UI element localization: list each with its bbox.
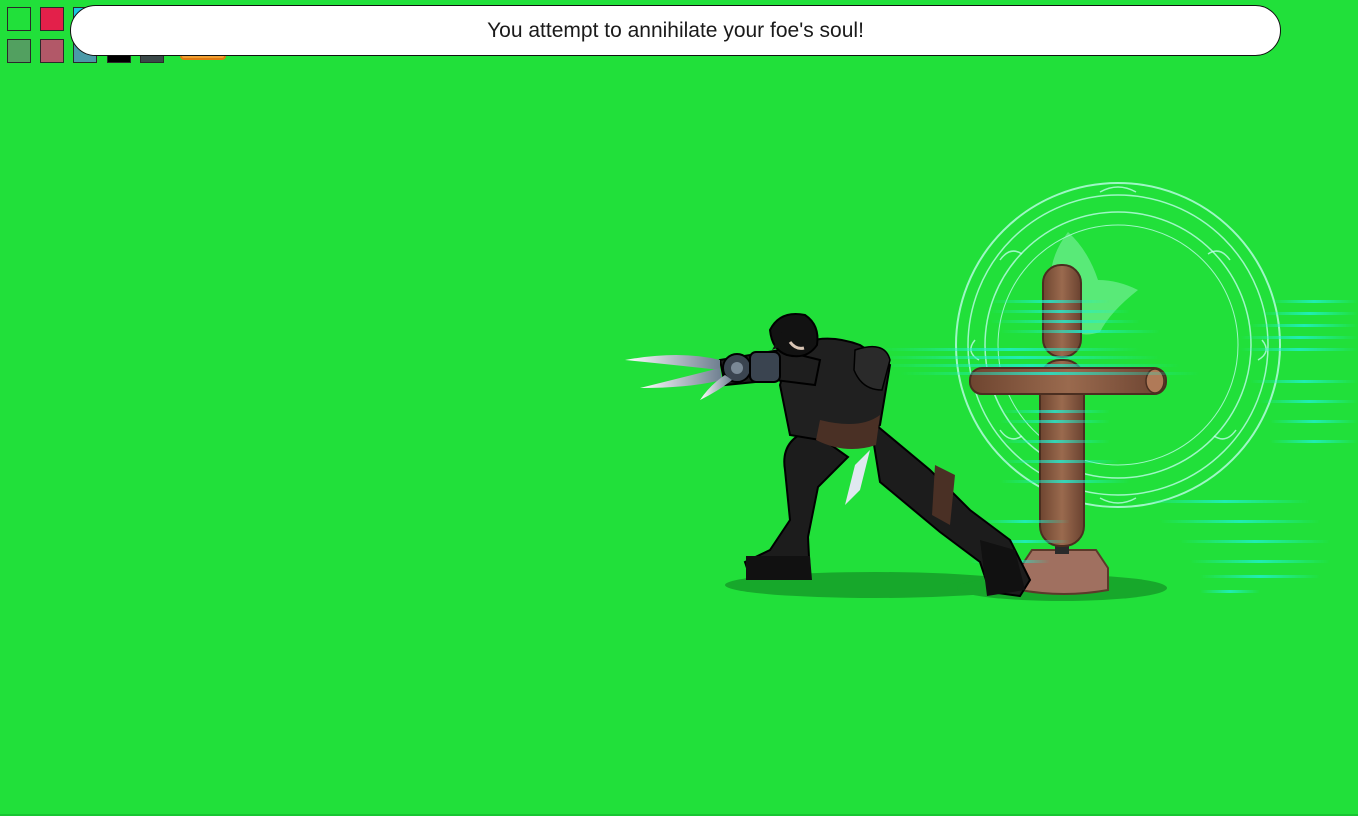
battle-scene (625, 182, 1358, 601)
rune-circle-effect (955, 182, 1281, 508)
soul-energy-effect (880, 300, 1358, 593)
combat-message-text: You attempt to annihilate your foe's sou… (487, 18, 864, 42)
combat-message-bar: You attempt to annihilate your foe's sou… (70, 5, 1281, 56)
game-stage[interactable]: You attempt to annihilate your foe's sou… (0, 0, 1358, 816)
